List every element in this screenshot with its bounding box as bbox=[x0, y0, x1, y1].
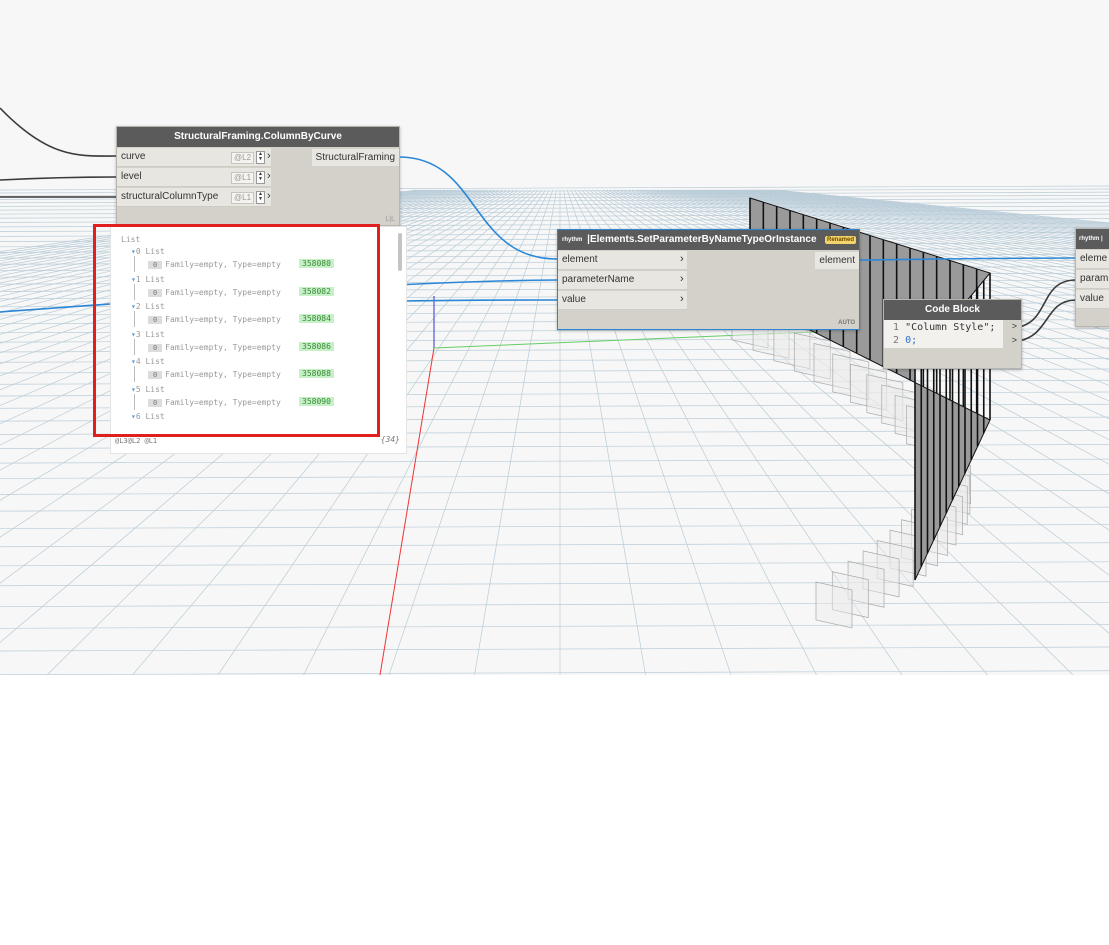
code-line-1[interactable]: 1 "Column Style"; bbox=[893, 322, 995, 333]
node-title-bar: rhythm | bbox=[1076, 229, 1109, 249]
preview-scrollbar[interactable] bbox=[398, 233, 402, 271]
node-title-bar: rhythm |Elements.SetParameterByNameTypeO… bbox=[558, 230, 859, 250]
input-port-parametername[interactable]: parameterName bbox=[558, 271, 687, 290]
output-port-line1[interactable]: > bbox=[1012, 321, 1017, 331]
port-label: parameterName bbox=[562, 274, 635, 285]
node-title: Code Block bbox=[884, 300, 1021, 320]
code-line-2[interactable]: 2 0; bbox=[893, 335, 917, 346]
chevron-right-icon[interactable]: › bbox=[680, 253, 684, 265]
chevron-right-icon[interactable]: › bbox=[680, 273, 684, 285]
lacing-curve[interactable]: @L2 bbox=[231, 152, 255, 164]
chevron-right-icon[interactable]: › bbox=[267, 170, 271, 182]
output-port-structural-framing[interactable]: StructuralFraming bbox=[311, 149, 399, 166]
code-text: "Column Style"; bbox=[905, 322, 996, 333]
input-port-element[interactable]: eleme bbox=[1076, 250, 1109, 269]
port-label: structuralColumnType bbox=[121, 191, 219, 202]
port-label: element bbox=[562, 254, 598, 265]
chevron-right-icon[interactable]: › bbox=[267, 150, 271, 162]
port-label: curve bbox=[121, 151, 146, 162]
3d-background-preview[interactable]: StructuralFraming.ColumnByCurve curve @L… bbox=[0, 0, 1109, 675]
partial-node-right[interactable]: rhythm | eleme param value bbox=[1075, 228, 1109, 327]
lacing-spinner-icon[interactable]: ▲ ▼ bbox=[256, 191, 265, 204]
line-number: 1 bbox=[893, 322, 900, 333]
set-parameter-node[interactable]: rhythm |Elements.SetParameterByNameTypeO… bbox=[557, 229, 860, 330]
input-port-value[interactable]: value bbox=[1076, 290, 1109, 309]
output-port-line2[interactable]: > bbox=[1012, 335, 1017, 345]
preview-level-labels: @L3@L2 @L1 bbox=[115, 437, 158, 445]
lacing-spinner-icon[interactable]: ▲ ▼ bbox=[256, 151, 265, 164]
rhythm-badge: rhythm bbox=[1079, 236, 1100, 242]
rhythm-badge: rhythm bbox=[562, 237, 583, 243]
port-label: value bbox=[562, 294, 586, 305]
renamed-badge: Renamed bbox=[824, 236, 856, 244]
node-title: StructuralFraming.ColumnByCurve bbox=[117, 127, 399, 147]
chevron-right-icon[interactable]: › bbox=[267, 190, 271, 202]
input-port-value[interactable]: value bbox=[558, 291, 687, 310]
chevron-right-icon[interactable]: › bbox=[680, 293, 684, 305]
node-title: Elements.SetParameterByNameTypeOrInstanc… bbox=[589, 234, 817, 245]
output-port-element[interactable]: element bbox=[815, 252, 859, 269]
input-port-element[interactable]: element bbox=[558, 251, 687, 270]
code-text: 0; bbox=[905, 335, 918, 346]
preview-item-count: {34} bbox=[380, 435, 400, 444]
port-label: level bbox=[121, 171, 142, 182]
column-by-curve-node[interactable]: StructuralFraming.ColumnByCurve curve @L… bbox=[116, 126, 400, 226]
code-block-node[interactable]: Code Block 1 "Column Style"; 2 0; > > bbox=[883, 299, 1022, 369]
line-number: 2 bbox=[893, 335, 900, 346]
lacing-spinner-icon[interactable]: ▲ ▼ bbox=[256, 171, 265, 184]
lacing-mode-label: AUTO bbox=[838, 320, 855, 326]
lacing-level[interactable]: @L1 bbox=[231, 172, 255, 184]
lacing-mode-mark: L|L bbox=[385, 216, 395, 223]
lacing-type[interactable]: @L1 bbox=[231, 192, 255, 204]
highlight-box bbox=[93, 224, 380, 437]
input-port-parameter[interactable]: param bbox=[1076, 270, 1109, 289]
